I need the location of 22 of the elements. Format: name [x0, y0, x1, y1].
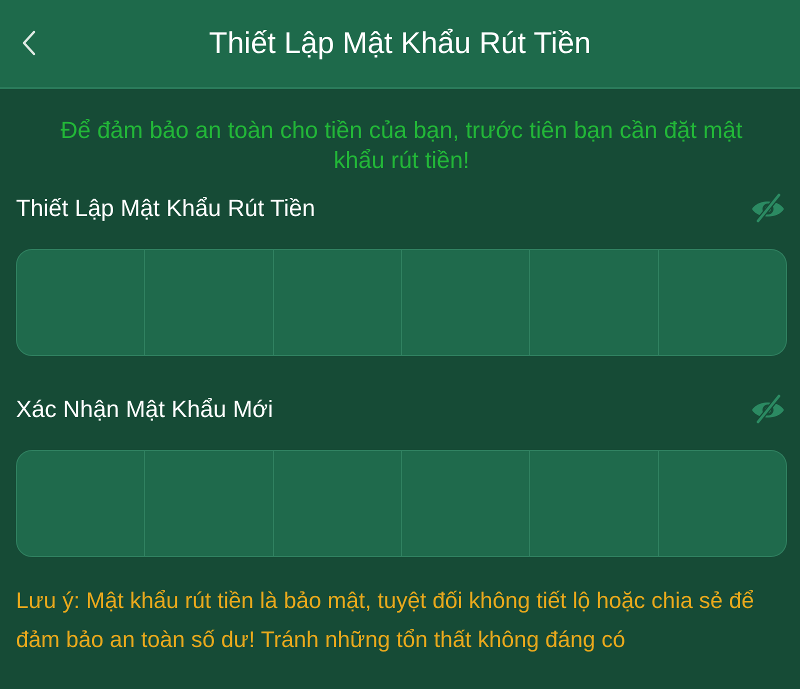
digit-field[interactable]: [274, 450, 402, 557]
digit-field[interactable]: [402, 450, 530, 557]
chevron-left-icon: [22, 30, 36, 56]
eye-toggle-button[interactable]: [749, 192, 787, 224]
digit-field[interactable]: [145, 249, 274, 356]
digit-field[interactable]: [402, 249, 530, 356]
digit-field[interactable]: [530, 249, 659, 356]
field-label: Thiết Lập Mật Khẩu Rút Tiền: [16, 194, 316, 222]
warning-note: Lưu ý: Mật khẩu rút tiền là bảo mật, tuyệt đối không tiết lộ hoặc chia sẻ để đảm bảo an toàn số dư! Tránh những tổn thất không đáng có: [16, 587, 755, 654]
digit-field[interactable]: [274, 249, 402, 356]
digit-field[interactable]: [145, 450, 274, 557]
eye-slash-icon: [750, 193, 786, 223]
digit-field[interactable]: [16, 450, 146, 557]
digit-field[interactable]: [658, 249, 787, 356]
intro-message: Để đảm bảo an toàn cho tiền của bạn, trước tiên bạn cần đặt mật khẩu rút tiền!: [60, 116, 744, 175]
eye-toggle-button[interactable]: [749, 393, 787, 425]
digit-field[interactable]: [530, 450, 659, 557]
digit-field[interactable]: [658, 450, 787, 557]
eye-slash-icon: [750, 394, 786, 424]
page-title: Thiết Lập Mật Khẩu Rút Tiền: [209, 26, 591, 60]
field-label: Xác Nhận Mật Khẩu Mới: [16, 396, 274, 422]
digit-field[interactable]: [16, 249, 146, 356]
